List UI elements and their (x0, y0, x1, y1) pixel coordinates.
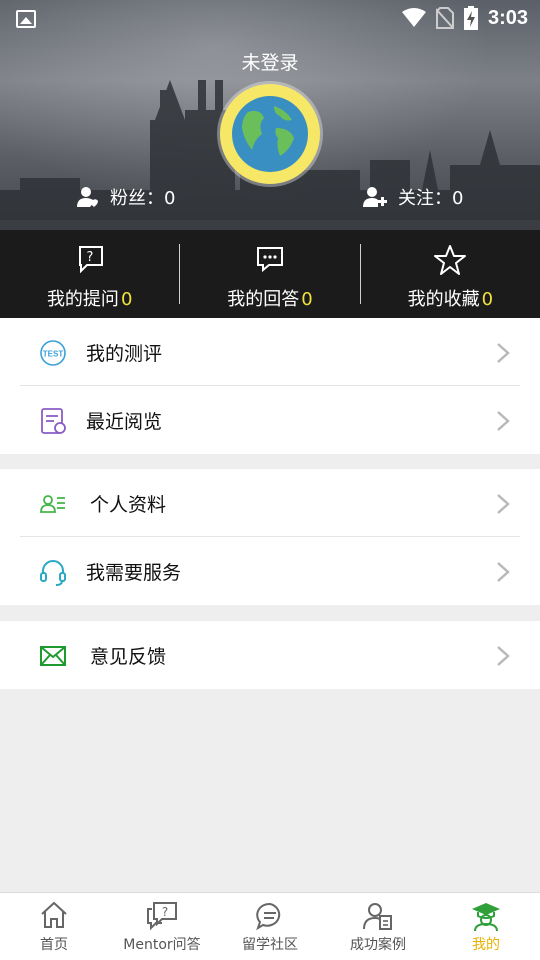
graduate-icon (472, 903, 500, 931)
chevron-right-icon (497, 411, 510, 431)
chevron-right-icon (497, 646, 510, 666)
my-assessment-label: 我的测评 (86, 343, 163, 365)
my-answers-button[interactable]: 我的回答 0 (180, 230, 359, 318)
tab-success-cases-label: 成功案例 (350, 937, 406, 953)
need-service-label: 我需要服务 (86, 562, 182, 584)
svg-text:TEST: TEST (43, 350, 64, 359)
globe-icon (232, 96, 308, 172)
my-questions-count: 0 (120, 289, 133, 310)
tab-mine-label: 我的 (472, 937, 500, 953)
envelope-icon (40, 646, 66, 666)
my-assessment-item[interactable]: TEST 我的测评 (0, 318, 540, 386)
my-answers-count: 0 (301, 289, 313, 310)
wifi-icon (401, 8, 426, 27)
tab-mentor-qa[interactable]: ? Mentor问答 (108, 893, 216, 960)
chevron-right-icon (497, 562, 510, 582)
svg-text:?: ? (86, 250, 93, 265)
follow-icon (363, 187, 387, 207)
document-history-icon (41, 408, 66, 434)
fans-label: 粉丝：0 (110, 188, 176, 209)
my-questions-button[interactable]: ? 我的提问 0 (0, 230, 179, 318)
status-bar: 3:03 (0, 0, 540, 38)
fans-count[interactable]: 粉丝：0 (76, 184, 175, 210)
question-bubble-icon: ? (78, 246, 103, 274)
battery-charging-icon (463, 6, 478, 30)
my-questions-label: 我的提问 (46, 289, 119, 310)
qa-icon: ? (147, 902, 177, 931)
chat-lines-icon (256, 902, 281, 931)
tab-success-cases[interactable]: 成功案例 (324, 893, 432, 960)
profile-card-icon (40, 495, 65, 513)
feedback-label: 意见反馈 (90, 646, 167, 668)
need-service-item[interactable]: 我需要服务 (0, 537, 540, 605)
my-answers-label: 我的回答 (227, 289, 300, 310)
menu-group-3: 意见反馈 (0, 621, 540, 689)
tab-home-label: 首页 (40, 937, 68, 953)
tab-mine[interactable]: 我的 (432, 893, 540, 960)
personal-info-item[interactable]: 个人资料 (0, 469, 540, 537)
headset-icon (40, 560, 66, 586)
activity-bar: ? 我的提问 0 我的回答 0 我的收藏 0 (0, 230, 540, 318)
chevron-right-icon (497, 343, 510, 363)
svg-text:?: ? (162, 905, 168, 919)
fans-icon (77, 187, 98, 207)
user-document-icon (363, 903, 392, 930)
my-favorites-label: 我的收藏 (407, 289, 480, 310)
follow-count[interactable]: 关注：0 (362, 184, 463, 210)
tab-mentor-qa-label: Mentor问答 (123, 937, 201, 953)
follow-label: 关注：0 (398, 188, 464, 209)
recent-views-item[interactable]: 最近阅览 (0, 386, 540, 454)
avatar[interactable] (220, 84, 320, 184)
bottom-navigation: 首页 ? Mentor问答 留学社区 成功案例 我的 (0, 892, 540, 960)
profile-header: 3:03 未登录 粉丝：0 关注：0 (0, 0, 540, 230)
tab-home[interactable]: 首页 (0, 893, 108, 960)
my-favorites-button[interactable]: 我的收藏 0 (361, 230, 540, 318)
no-sim-icon (435, 7, 454, 29)
star-icon (434, 245, 467, 275)
chat-dots-icon (256, 247, 283, 273)
tab-community[interactable]: 留学社区 (216, 893, 324, 960)
feedback-item[interactable]: 意见反馈 (0, 621, 540, 689)
personal-info-label: 个人资料 (90, 494, 167, 516)
my-favorites-count: 0 (481, 289, 494, 310)
login-status-title[interactable]: 未登录 (0, 48, 540, 75)
chevron-right-icon (497, 494, 510, 514)
tab-community-label: 留学社区 (242, 937, 298, 953)
menu-group-1: TEST 我的测评 最近阅览 (0, 318, 540, 454)
menu-group-2: 个人资料 我需要服务 (0, 469, 540, 605)
recent-views-label: 最近阅览 (86, 411, 163, 433)
test-icon: TEST (40, 340, 66, 366)
image-notification-icon (16, 10, 36, 28)
home-icon (41, 901, 67, 928)
clock-time: 3:03 (487, 6, 528, 29)
